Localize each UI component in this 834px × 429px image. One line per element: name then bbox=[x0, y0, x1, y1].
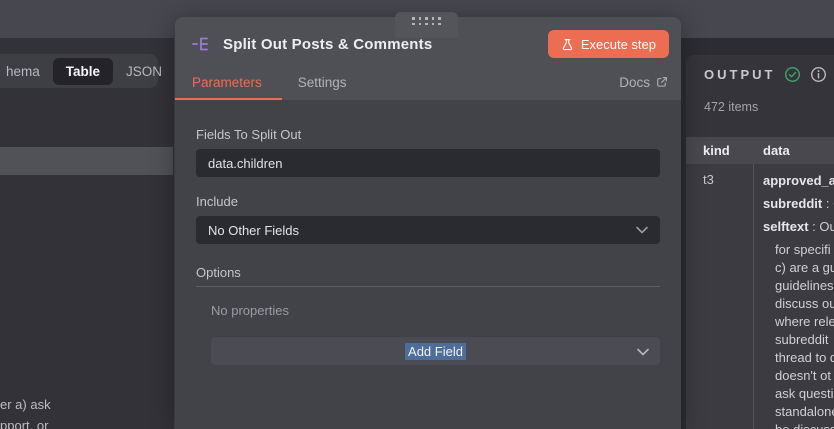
input-panel: hema Table JSON er a) ask pport, or bbox=[0, 38, 175, 429]
include-label: Include bbox=[196, 194, 238, 209]
view-mode-tabs: hema Table JSON bbox=[0, 54, 162, 88]
tab-parameters[interactable]: Parameters bbox=[192, 75, 262, 90]
items-count: 472 items bbox=[704, 100, 759, 114]
tab-settings[interactable]: Settings bbox=[298, 75, 347, 90]
dialog-drag-handle[interactable] bbox=[395, 12, 458, 38]
tab-table[interactable]: Table bbox=[52, 57, 114, 85]
info-icon[interactable] bbox=[810, 66, 827, 83]
column-header-kind: kind bbox=[703, 143, 730, 158]
flask-icon bbox=[561, 38, 574, 51]
field-value-wrapped-line: where rele bbox=[775, 314, 834, 329]
dialog-title: Split Out Posts & Comments bbox=[223, 35, 433, 53]
active-tab-underline bbox=[175, 97, 282, 100]
field-key-value: approved_at bbox=[763, 173, 834, 188]
no-properties-text: No properties bbox=[211, 303, 290, 318]
chevron-down-icon bbox=[636, 226, 648, 234]
field-value-wrapped-line: doesn't ot bbox=[775, 368, 831, 383]
node-settings-dialog: Split Out Posts & Comments Execute step … bbox=[175, 17, 681, 429]
include-select[interactable]: No Other Fields bbox=[196, 216, 660, 244]
split-field-label: Fields To Split Out bbox=[196, 127, 302, 142]
add-field-dropdown[interactable]: Add Field bbox=[211, 337, 660, 365]
field-value-wrapped-line: thread to d bbox=[775, 350, 834, 365]
field-value-wrapped-line: be discuss bbox=[763, 421, 834, 429]
drag-dots-icon bbox=[412, 17, 441, 20]
tab-schema[interactable]: hema bbox=[0, 58, 53, 85]
clipped-line: pport, or bbox=[0, 418, 49, 429]
field-key-value: subreddit : C bbox=[763, 196, 834, 211]
external-link-icon bbox=[656, 76, 668, 88]
app-root: hema Table JSON er a) ask pport, or Spli… bbox=[0, 0, 834, 429]
output-header: OUTPUT bbox=[686, 55, 834, 83]
clipped-line: er a) ask bbox=[0, 397, 51, 412]
dialog-tabs: Parameters Settings Docs bbox=[192, 64, 668, 100]
success-check-icon bbox=[784, 66, 801, 83]
docs-link[interactable]: Docs bbox=[619, 75, 668, 90]
chevron-down-icon bbox=[637, 348, 649, 356]
field-key-value: selftext : Ou bbox=[763, 219, 834, 234]
input-clipped-text: er a) ask pport, or bbox=[0, 394, 51, 429]
field-value-wrapped-line: standalone bbox=[775, 404, 834, 419]
cell-kind: t3 bbox=[686, 164, 754, 429]
field-value-wrapped-line: for specifi bbox=[775, 242, 831, 257]
field-value-wrapped-line: ask questi bbox=[775, 386, 834, 401]
input-table-header-band bbox=[0, 147, 173, 175]
field-value-wrapped-line: discuss ou bbox=[775, 296, 834, 311]
column-header-data: data bbox=[763, 143, 790, 158]
data-cell: approved_at subreddit : C selftext : Ou for… bbox=[754, 164, 834, 429]
execute-step-label: Execute step bbox=[580, 36, 656, 52]
table-row[interactable]: t3 approved_at subreddit : C selftext : Ou… bbox=[686, 164, 834, 429]
output-title: OUTPUT bbox=[704, 67, 776, 82]
docs-label: Docs bbox=[619, 74, 650, 90]
include-selected-value: No Other Fields bbox=[208, 222, 300, 238]
add-field-label: Add Field bbox=[405, 342, 466, 360]
field-value-wrapped-line: subreddit bbox=[775, 332, 829, 347]
field-value-wrapped-line: c) are a gu bbox=[775, 260, 834, 275]
split-field-input[interactable] bbox=[196, 149, 660, 177]
output-table: kind data t3 approved_at subreddit : C sel… bbox=[686, 137, 834, 429]
options-section-label: Options bbox=[196, 265, 660, 287]
tab-json[interactable]: JSON bbox=[113, 58, 175, 85]
output-panel: OUTPUT 472 items kind data t3 approved_a… bbox=[686, 55, 834, 429]
split-out-icon bbox=[192, 34, 212, 54]
output-table-header: kind data bbox=[686, 137, 834, 164]
drag-dots-icon bbox=[412, 22, 441, 25]
execute-step-button[interactable]: Execute step bbox=[547, 30, 669, 58]
parameters-form: Fields To Split Out Include No Other Fie… bbox=[175, 100, 681, 365]
field-value-wrapped-line: guidelines bbox=[775, 278, 834, 293]
